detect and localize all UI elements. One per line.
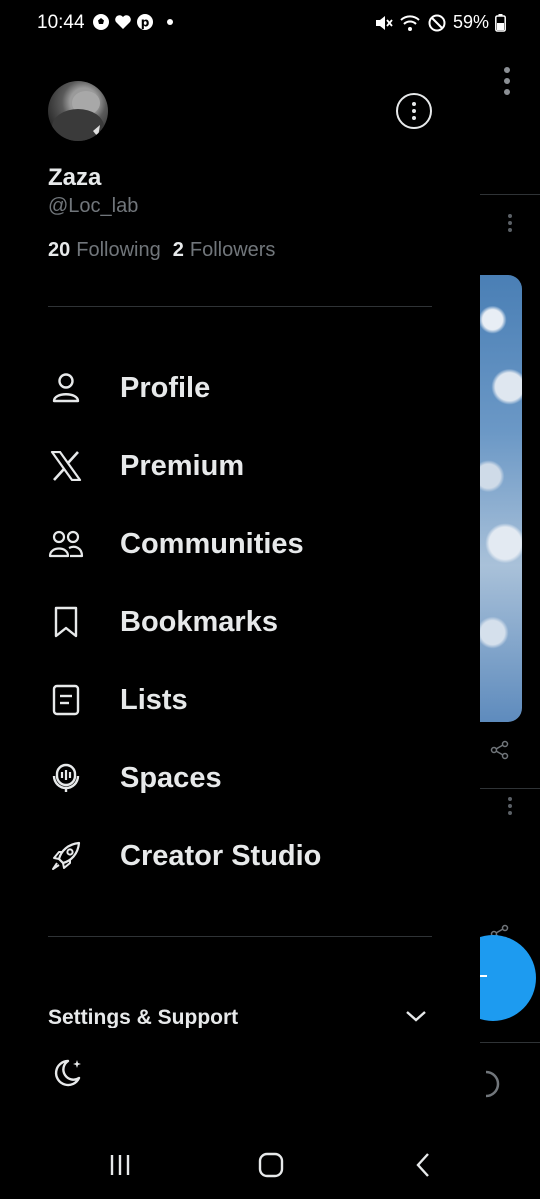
recent-apps-icon <box>110 1155 130 1175</box>
compose-fab-plus-icon <box>479 975 487 977</box>
user-handle[interactable]: @Loc_lab <box>48 195 138 218</box>
more-dot <box>412 102 416 106</box>
post-more-icon <box>508 797 512 815</box>
battery-percent: 59% <box>452 12 489 32</box>
svg-text:p: p <box>141 16 150 30</box>
share-icon <box>490 740 509 760</box>
display-name[interactable]: Zaza <box>48 164 101 192</box>
system-nav-bar <box>0 1128 540 1199</box>
person-icon <box>48 370 84 406</box>
settings-support-toggle[interactable]: Settings & Support <box>48 1002 432 1028</box>
back-icon <box>416 1153 429 1177</box>
menu-item-label: Creator Studio <box>120 839 322 872</box>
notification-icons: p <box>92 13 176 31</box>
wifi-icon <box>400 14 420 31</box>
followers-label: Followers <box>189 239 276 261</box>
more-dot <box>412 109 416 113</box>
battery-icon <box>495 13 506 32</box>
divider <box>48 936 432 937</box>
menu-item-label: Bookmarks <box>120 605 278 638</box>
feed-more-icon <box>504 67 510 95</box>
following-label: Following <box>76 239 161 261</box>
menu-item-creator-studio[interactable]: Creator Studio <box>0 824 480 888</box>
moon-sparkle-icon <box>54 1059 81 1087</box>
followers-count: 2 <box>172 239 184 261</box>
feed-divider <box>480 1042 540 1043</box>
mute-icon <box>375 15 393 30</box>
following-link[interactable]: 20 Following <box>48 239 161 262</box>
divider <box>48 306 432 307</box>
spaces-icon <box>48 760 84 796</box>
more-dot <box>412 116 416 120</box>
menu-item-label: Profile <box>120 371 211 404</box>
communities-icon <box>48 526 84 562</box>
follow-stats: 20 Following 2 Followers <box>48 239 275 262</box>
menu-item-label: Communities <box>120 527 304 560</box>
menu-item-label: Lists <box>120 683 188 716</box>
recent-apps-button[interactable] <box>100 1148 140 1182</box>
loading-spinner-icon <box>485 1070 500 1098</box>
menu-item-premium[interactable]: Premium <box>0 434 480 498</box>
feed-divider <box>480 194 540 195</box>
following-count: 20 <box>48 239 71 261</box>
soccer-ball-icon <box>93 14 109 30</box>
menu-item-spaces[interactable]: Spaces <box>0 746 480 810</box>
avatar-image <box>52 91 104 141</box>
pinterest-icon: p <box>137 14 153 30</box>
followers-link[interactable]: 2 Followers <box>173 239 276 262</box>
bookmark-icon <box>48 604 84 640</box>
menu-item-label: Premium <box>120 449 245 482</box>
theme-toggle-button[interactable] <box>48 1056 84 1092</box>
home-button[interactable] <box>251 1148 291 1182</box>
feed-divider <box>480 788 540 789</box>
back-button[interactable] <box>403 1148 443 1182</box>
menu-item-bookmarks[interactable]: Bookmarks <box>0 590 480 654</box>
menu-item-profile[interactable]: Profile <box>0 356 480 420</box>
avatar[interactable] <box>48 81 108 141</box>
dot-icon <box>167 19 173 25</box>
settings-support-label: Settings & Support <box>48 1006 239 1028</box>
menu-item-lists[interactable]: Lists <box>0 668 480 732</box>
post-image <box>480 275 522 722</box>
list-icon <box>48 682 84 718</box>
post-more-icon <box>508 214 512 232</box>
do-not-disturb-icon <box>428 14 446 31</box>
status-time: 10:44 <box>37 12 85 33</box>
status-bar: 10:44 p 59% <box>0 0 540 48</box>
rocket-icon <box>48 838 84 874</box>
menu-item-communities[interactable]: Communities <box>0 512 480 576</box>
heart-icon <box>115 15 131 29</box>
system-status: 59% <box>373 12 506 33</box>
chevron-down-icon <box>406 1011 426 1022</box>
home-icon <box>258 1152 284 1178</box>
side-drawer: Zaza @Loc_lab 20 Following 2 Followers Pro… <box>0 48 480 1128</box>
x-logo-icon <box>48 448 84 484</box>
menu-item-label: Spaces <box>120 761 222 794</box>
account-more-button[interactable] <box>396 93 432 129</box>
